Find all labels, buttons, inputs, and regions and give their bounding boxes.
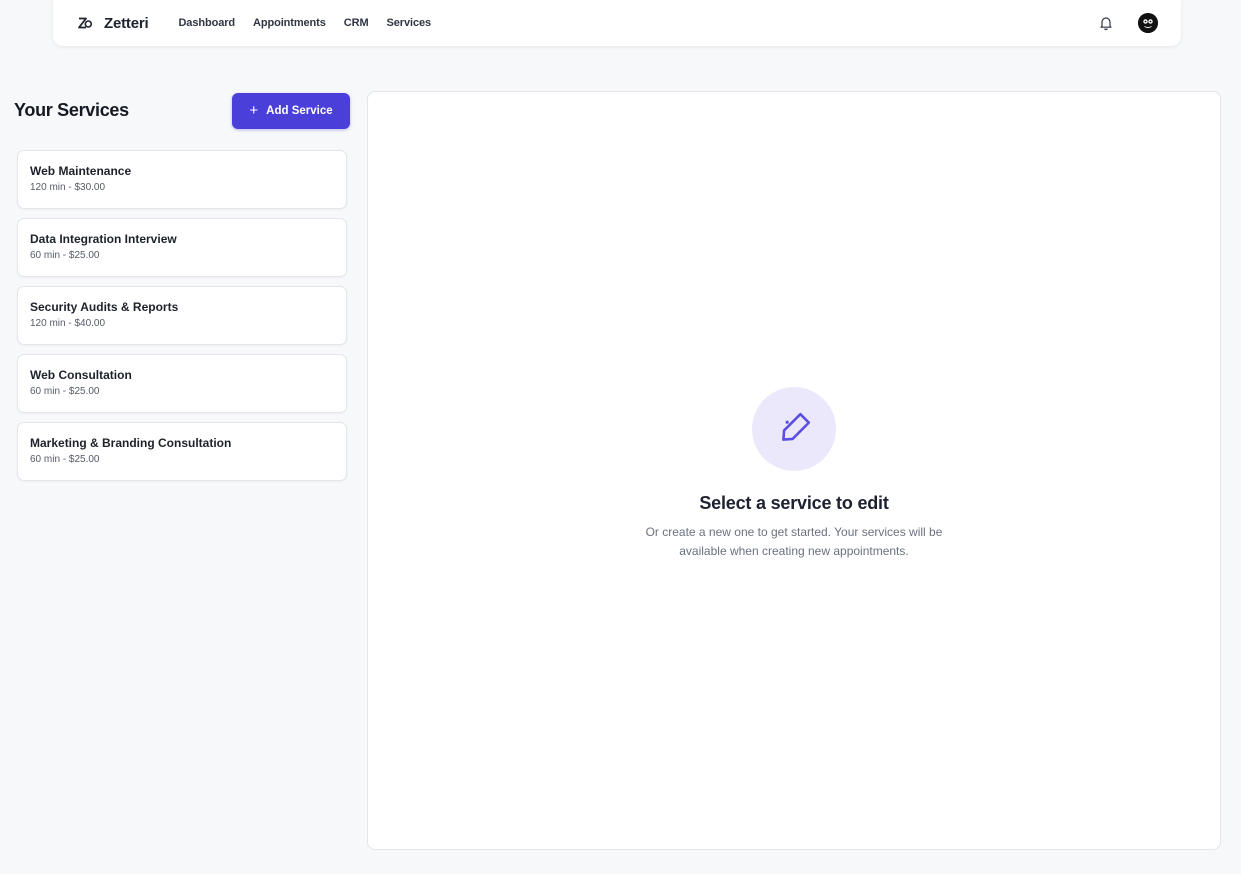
empty-state-description: Or create a new one to get started. Your…: [645, 525, 943, 558]
service-card-marketing-branding[interactable]: Marketing & Branding Consultation 60 min…: [17, 422, 347, 481]
nav-link-appointments[interactable]: Appointments: [253, 17, 326, 29]
service-duration-price: 60 min - $25.00: [30, 454, 100, 465]
bell-icon[interactable]: [1098, 15, 1114, 31]
empty-state-title: Select a service to edit: [699, 493, 889, 513]
user-avatar[interactable]: [1138, 13, 1158, 33]
service-duration-price: 120 min - $40.00: [30, 318, 106, 329]
empty-state: Select a service to edit Or create a new…: [368, 387, 1220, 561]
add-service-button[interactable]: + Add Service: [232, 92, 350, 129]
service-editor-panel: Select a service to edit Or create a new…: [367, 91, 1221, 850]
service-card-web-maintenance[interactable]: Web Maintenance 120 min - $30.00: [17, 150, 347, 209]
avatar-image: [1138, 13, 1158, 33]
service-duration-price: 60 min - $25.00: [30, 386, 100, 397]
service-duration-price: 120 min - $30.00: [30, 182, 106, 193]
brand[interactable]: Zetteri: [77, 14, 149, 32]
add-service-label: Add Service: [266, 104, 333, 117]
main-nav: Dashboard Appointments CRM Services: [178, 17, 449, 29]
service-name: Web Consultation: [30, 368, 132, 382]
nav-link-dashboard[interactable]: Dashboard: [178, 17, 235, 29]
zetteri-logo-icon: [78, 17, 93, 29]
top-navigation: Zetteri Dashboard Appointments CRM Servi…: [53, 0, 1181, 46]
plus-icon: +: [249, 102, 259, 119]
services-sidebar: Your Services + Add Service Web Maintena…: [14, 92, 350, 490]
service-card-security-audits[interactable]: Security Audits & Reports 120 min - $40.…: [17, 286, 347, 345]
nav-link-crm[interactable]: CRM: [344, 17, 369, 29]
empty-state-icon-circle: [752, 387, 836, 471]
service-card-data-integration-interview[interactable]: Data Integration Interview 60 min - $25.…: [17, 218, 347, 277]
service-name: Web Maintenance: [30, 164, 132, 178]
service-duration-price: 60 min - $25.00: [30, 250, 100, 261]
nav-link-services[interactable]: Services: [387, 17, 432, 29]
tag-icon: [782, 412, 811, 441]
service-name: Marketing & Branding Consultation: [30, 436, 232, 450]
brand-name: Zetteri: [104, 14, 149, 32]
nav-actions: [1098, 13, 1158, 33]
services-header: Your Services + Add Service: [14, 92, 350, 129]
service-name: Security Audits & Reports: [30, 300, 179, 314]
service-list: Web Maintenance 120 min - $30.00 Data In…: [17, 150, 347, 481]
service-name: Data Integration Interview: [30, 232, 177, 246]
page-title: Your Services: [14, 100, 129, 120]
service-card-web-consultation[interactable]: Web Consultation 60 min - $25.00: [17, 354, 347, 413]
